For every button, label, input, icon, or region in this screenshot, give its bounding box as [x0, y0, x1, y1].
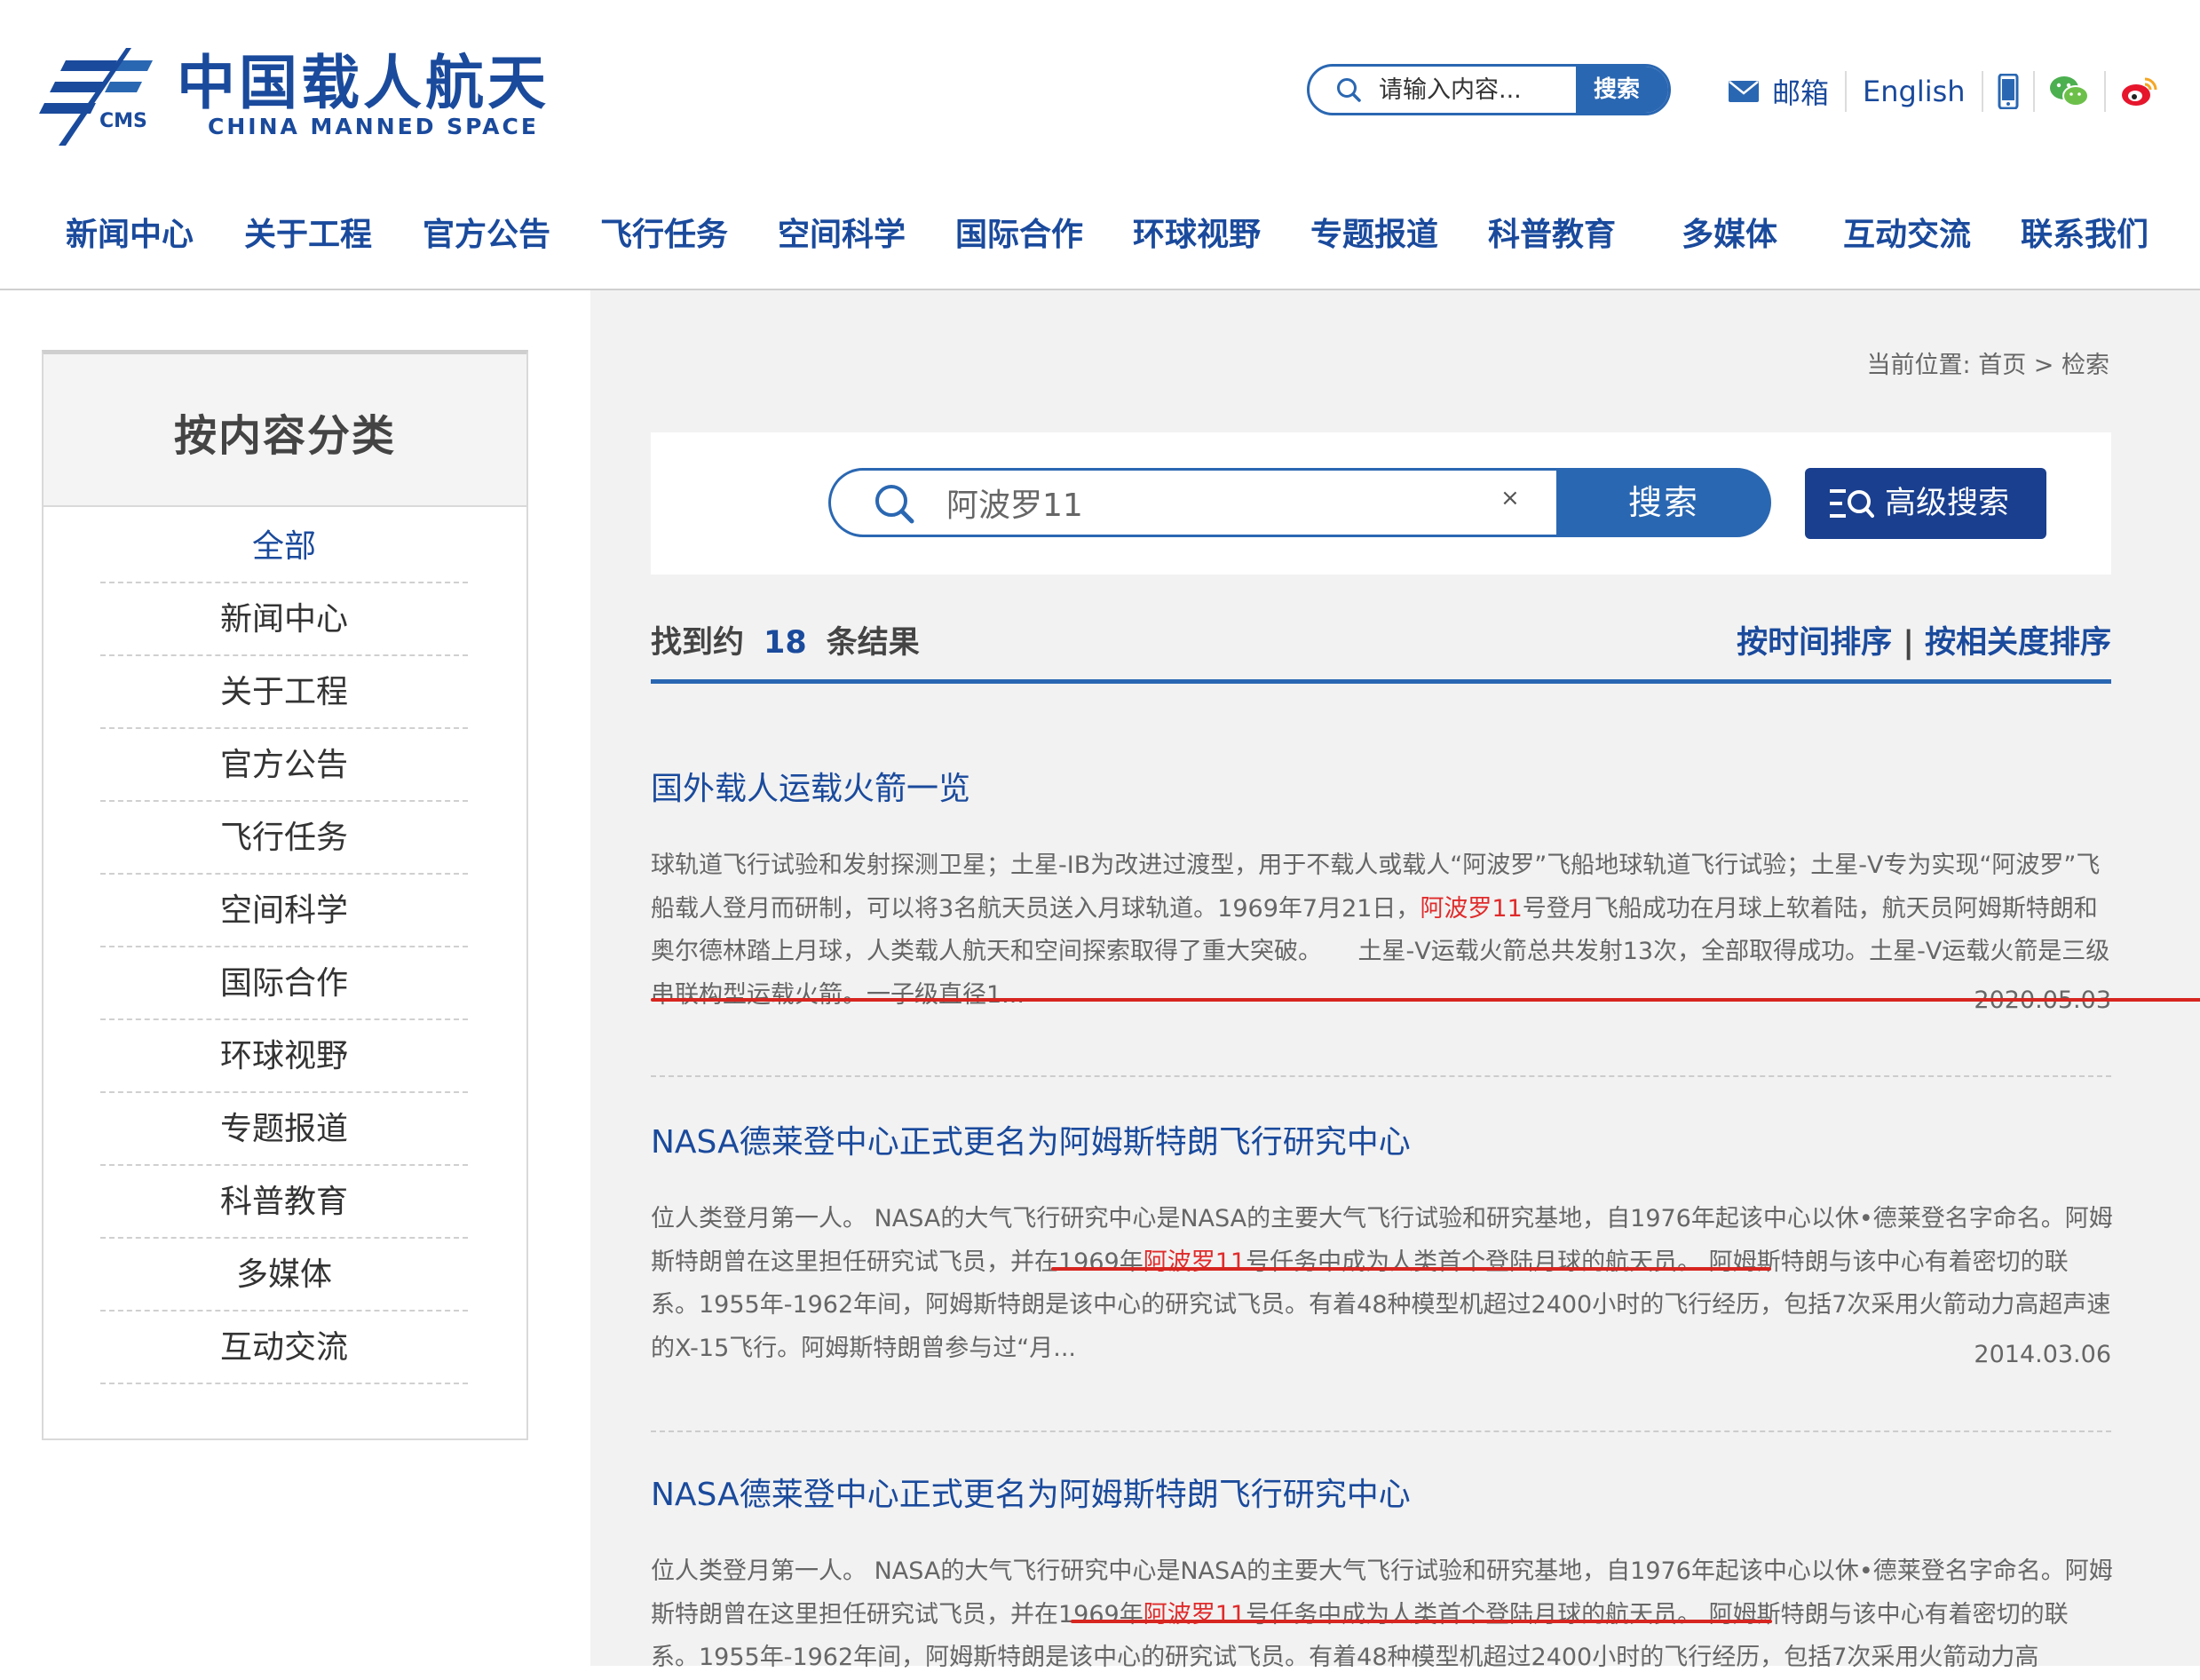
category-multimedia[interactable]: 多媒体 — [100, 1239, 468, 1312]
snippet-highlight: 阿波罗11 — [1143, 1600, 1246, 1628]
nav-item-announcements[interactable]: 官方公告 — [423, 211, 550, 282]
category-features[interactable]: 专题报道 — [100, 1093, 468, 1166]
category-missions[interactable]: 飞行任务 — [100, 802, 468, 875]
sort-by-relevance[interactable]: 按相关度排序 — [1925, 625, 2111, 661]
category-interaction[interactable]: 互动交流 — [100, 1312, 468, 1384]
clear-search-icon[interactable]: × — [1500, 485, 1520, 511]
nav-item-multimedia[interactable]: 多媒体 — [1682, 211, 1777, 282]
category-global[interactable]: 环球视野 — [100, 1020, 468, 1093]
nav-item-contact[interactable]: 联系我们 — [2021, 211, 2149, 282]
advanced-search-icon — [1830, 489, 1874, 518]
advanced-search-label: 高级搜索 — [1885, 486, 2010, 521]
search-icon — [1337, 78, 1361, 102]
advanced-search-button[interactable]: 高级搜索 — [1805, 468, 2046, 539]
snippet-highlight: 阿波罗11 — [1420, 894, 1523, 923]
category-all[interactable]: 全部 — [100, 511, 468, 583]
annotation-underline — [1051, 1267, 1771, 1271]
cms-logo-icon — [39, 48, 153, 146]
logo-title-cn: 中国载人航天 — [177, 49, 550, 117]
english-link[interactable]: English — [1847, 69, 1982, 114]
result-date: 2014.03.06 — [1974, 1341, 2111, 1368]
result-count-number: 18 — [764, 625, 807, 661]
mobile-link[interactable] — [1983, 69, 2033, 114]
sort-separator: | — [1903, 625, 1914, 661]
mail-icon — [1729, 81, 1759, 102]
result-title[interactable]: 国外载人运载火箭一览 — [651, 763, 2111, 809]
annotation-underline — [651, 998, 2200, 1002]
nav-item-global[interactable]: 环球视野 — [1133, 211, 1261, 282]
mail-label: 邮箱 — [1772, 76, 1830, 110]
header-links: 邮箱 English — [1712, 69, 2172, 114]
snippet-highlight: 阿波罗11 — [1143, 1248, 1246, 1276]
logo-title-en: CHINA MANNED SPACE — [208, 114, 539, 139]
category-education[interactable]: 科普教育 — [100, 1166, 468, 1239]
main-search-box: × — [828, 468, 1556, 537]
results-header: 找到约 18 条结果 按时间排序 | 按相关度排序 — [651, 617, 2111, 684]
search-panel: × 搜索 高级搜索 — [651, 432, 2111, 575]
category-announcements[interactable]: 官方公告 — [100, 729, 468, 802]
category-about[interactable]: 关于工程 — [100, 656, 468, 729]
result-divider — [651, 1075, 2111, 1079]
search-result: 国外载人运载火箭一览 球轨道飞行试验和发射探测卫星；土星-IB为改进过渡型，用于… — [651, 763, 2111, 1014]
weibo-icon — [2121, 77, 2157, 106]
english-label: English — [1863, 75, 1966, 108]
result-divider — [651, 1430, 2111, 1434]
nav-item-science[interactable]: 空间科学 — [778, 211, 906, 282]
category-sidebar: 按内容分类 全部 新闻中心 关于工程 官方公告 飞行任务 空间科学 国际合作 环… — [42, 350, 528, 1440]
result-snippet: 位人类登月第一人。 NASA的大气飞行研究中心是NASA的主要大气飞行试验和研究… — [651, 1550, 2116, 1680]
result-count-suffix: 条结果 — [826, 625, 920, 661]
nav-item-news[interactable]: 新闻中心 — [66, 211, 194, 282]
nav-item-international[interactable]: 国际合作 — [955, 211, 1083, 282]
breadcrumb: 当前位置: 首页 > 检索 — [1866, 352, 2109, 379]
category-international[interactable]: 国际合作 — [100, 947, 468, 1020]
site-header: CMS 中国载人航天 CHINA MANNED SPACE 搜索 邮箱 Engl… — [0, 0, 2200, 178]
sidebar-header: 按内容分类 — [44, 354, 526, 507]
search-icon — [875, 485, 914, 524]
nav-item-interaction[interactable]: 互动交流 — [1843, 211, 1971, 282]
search-result: NASA德莱登中心正式更名为阿姆斯特朗飞行研究中心 位人类登月第一人。 NASA… — [651, 1469, 2113, 1673]
phone-icon — [1998, 74, 2019, 109]
main-search-button[interactable]: 搜索 — [1556, 468, 1771, 537]
header-search: 搜索 — [1307, 64, 1671, 115]
result-snippet: 球轨道飞行试验和发射探测卫星；土星-IB为改进过渡型，用于不载人或载人“阿波罗”… — [651, 844, 2116, 1017]
result-title[interactable]: NASA德莱登中心正式更名为阿姆斯特朗飞行研究中心 — [651, 1469, 2111, 1515]
wechat-icon — [2049, 76, 2089, 107]
sort-options: 按时间排序 | 按相关度排序 — [1737, 617, 2111, 662]
category-news[interactable]: 新闻中心 — [100, 583, 468, 656]
wechat-link[interactable] — [2035, 69, 2104, 114]
site-logo[interactable]: CMS 中国载人航天 CHINA MANNED SPACE — [39, 44, 546, 151]
mail-link[interactable]: 邮箱 — [1712, 69, 1845, 114]
nav-item-education[interactable]: 科普教育 — [1488, 211, 1616, 282]
sort-by-time[interactable]: 按时间排序 — [1737, 625, 1892, 661]
header-search-button[interactable]: 搜索 — [1576, 67, 1668, 113]
weibo-link[interactable] — [2106, 69, 2172, 114]
header-search-input[interactable] — [1379, 67, 1592, 113]
nav-item-missions[interactable]: 飞行任务 — [600, 211, 728, 282]
main-nav: 新闻中心 关于工程 官方公告 飞行任务 空间科学 国际合作 环球视野 专题报道 … — [0, 211, 2200, 282]
search-result: NASA德莱登中心正式更名为阿姆斯特朗飞行研究中心 位人类登月第一人。 NASA… — [651, 1116, 2113, 1368]
result-count: 找到约 18 条结果 — [651, 617, 920, 662]
annotation-underline — [1071, 1620, 1772, 1623]
logo-cms-text: CMS — [99, 110, 147, 132]
result-title[interactable]: NASA德莱登中心正式更名为阿姆斯特朗飞行研究中心 — [651, 1116, 2111, 1162]
result-count-prefix: 找到约 — [651, 625, 745, 661]
main-content: 当前位置: 首页 > 检索 × 搜索 高级搜索 找到约 18 条结果 — [590, 290, 2200, 1671]
nav-item-about[interactable]: 关于工程 — [244, 211, 372, 282]
sidebar-title: 按内容分类 — [173, 411, 396, 461]
category-science[interactable]: 空间科学 — [100, 875, 468, 947]
nav-item-features[interactable]: 专题报道 — [1310, 211, 1438, 282]
main-search-input[interactable] — [946, 471, 1444, 535]
result-snippet: 位人类登月第一人。 NASA的大气飞行研究中心是NASA的主要大气飞行试验和研究… — [651, 1198, 2116, 1370]
